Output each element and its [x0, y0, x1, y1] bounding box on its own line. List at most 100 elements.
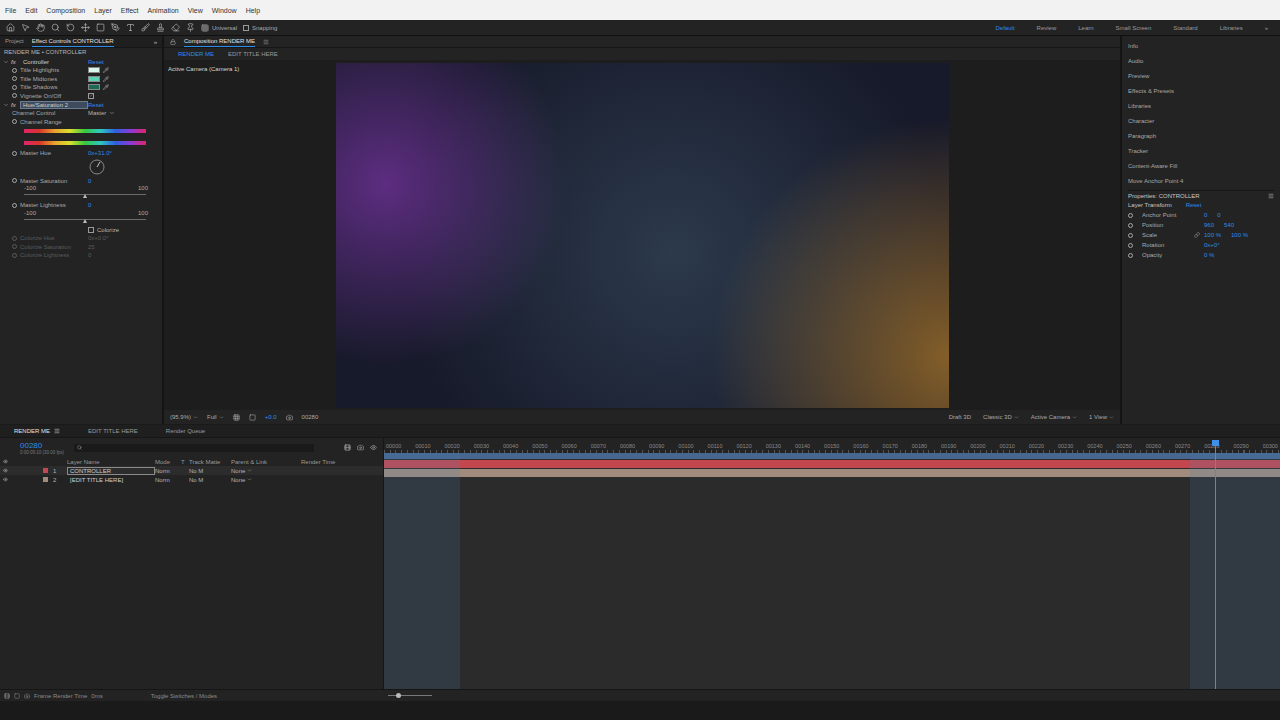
layer-search[interactable] [74, 444, 314, 452]
menu-item[interactable]: Window [212, 7, 237, 14]
stopwatch-icon[interactable] [12, 151, 17, 156]
parent-dropdown[interactable]: None [231, 468, 301, 474]
eraser-icon[interactable] [171, 23, 180, 32]
zoom-slider[interactable] [388, 695, 432, 696]
snapping-toggle[interactable]: Snapping [243, 25, 277, 31]
shy-icon[interactable] [370, 444, 377, 451]
track-matte-dropdown[interactable]: No M [189, 468, 231, 474]
current-time[interactable]: 00280 [20, 441, 64, 450]
mode-dropdown[interactable]: Norm [155, 468, 181, 474]
workspace-tab[interactable]: Review [1037, 25, 1057, 31]
timeline-tab[interactable]: Render Queue [166, 428, 205, 434]
menu-icon[interactable] [1268, 193, 1274, 199]
range-bar[interactable] [24, 129, 146, 133]
workspace-tab[interactable]: Small Screen [1116, 25, 1152, 31]
slider-value[interactable]: 0 [88, 201, 162, 209]
twisty-icon[interactable] [3, 102, 9, 108]
panel-tab[interactable]: Project [5, 36, 24, 47]
track-matte-dropdown[interactable]: No M [189, 477, 231, 483]
timeline-graph[interactable]: 0000000010000200003000040000500006000070… [384, 438, 1280, 689]
more-button[interactable]: » [1265, 25, 1268, 31]
clone-stamp-icon[interactable] [156, 23, 165, 32]
menu-item[interactable]: Effect [121, 7, 139, 14]
menu-item[interactable]: Help [246, 7, 260, 14]
draft-icon[interactable] [357, 444, 364, 451]
view-dropdown[interactable]: Active Camera [1031, 414, 1077, 420]
property-values[interactable]: 960540 [1204, 222, 1274, 228]
property-values[interactable]: 0x+0° [1204, 242, 1274, 248]
eye-icon[interactable] [3, 468, 8, 473]
stopwatch-icon[interactable] [12, 203, 17, 208]
rotate-tool-icon[interactable] [66, 23, 75, 32]
property-values[interactable]: 00 [1204, 212, 1274, 218]
lock-icon[interactable] [170, 39, 176, 45]
layer-bar[interactable] [384, 469, 1280, 477]
panel-item[interactable]: Tracker [1128, 143, 1274, 158]
exposure-value[interactable]: +0.0 [265, 414, 277, 420]
panel-item[interactable]: Effects & Presets [1128, 83, 1274, 98]
workspace-tab[interactable]: Libraries [1220, 25, 1243, 31]
slider-value[interactable]: 0 [88, 177, 162, 185]
zoom-tool-icon[interactable] [51, 23, 60, 32]
stopwatch-icon[interactable] [12, 68, 17, 73]
slider-handle[interactable] [83, 194, 87, 198]
panel-item[interactable]: Info [1128, 38, 1274, 53]
more-button[interactable]: » [154, 39, 157, 45]
eyedropper-icon[interactable] [103, 76, 109, 82]
playhead[interactable] [1215, 442, 1216, 689]
composition-frame[interactable] [336, 63, 949, 408]
panel-item[interactable]: Audio [1128, 53, 1274, 68]
puppet-pin-icon[interactable] [186, 23, 195, 32]
effect-header[interactable]: fxControllerReset [0, 57, 162, 66]
layer-row[interactable]: 2[EDIT TITLE HERE]NormNo MNone [0, 475, 383, 484]
property-values[interactable]: 0 % [1204, 252, 1274, 258]
slider-handle[interactable] [83, 219, 87, 223]
menu-icon[interactable] [54, 428, 60, 434]
renderer-dropdown[interactable]: Classic 3D [983, 414, 1019, 420]
stopwatch-icon[interactable] [1128, 253, 1133, 258]
reset-link[interactable]: Reset [1186, 202, 1202, 208]
layer-name[interactable]: CONTROLLER [67, 467, 155, 475]
stopwatch-icon[interactable] [1128, 233, 1133, 238]
comp-flowchart-icon[interactable] [344, 444, 351, 451]
time-ruler[interactable]: 0000000010000200003000040000500006000070… [384, 438, 1280, 453]
eyedropper-icon[interactable] [103, 84, 109, 90]
property-values[interactable]: 100 %100 % [1204, 232, 1274, 238]
resolution-dropdown[interactable]: Full [207, 414, 224, 420]
menu-icon[interactable] [263, 39, 269, 45]
type-tool-icon[interactable] [126, 23, 135, 32]
draft-3d-toggle[interactable]: Draft 3D [949, 414, 971, 420]
effect-name[interactable]: Controller [20, 58, 88, 66]
parent-dropdown[interactable]: None [231, 477, 301, 483]
panel-item[interactable]: Move Anchor Point 4 [1128, 173, 1274, 188]
pen-tool-icon[interactable] [111, 23, 120, 32]
stopwatch-icon[interactable] [1128, 223, 1133, 228]
render-icon[interactable] [4, 693, 10, 699]
selection-tool-icon[interactable] [21, 23, 30, 32]
work-area-bar[interactable] [384, 453, 1280, 459]
mask-icon[interactable] [249, 414, 256, 421]
menu-item[interactable]: Edit [25, 7, 37, 14]
range-bar[interactable] [24, 141, 146, 145]
dial-value[interactable]: 0x+31.0° [88, 149, 162, 157]
workspace-tab[interactable]: Default [996, 25, 1015, 31]
move-tool-icon[interactable] [81, 23, 90, 32]
layer-row[interactable]: 1CONTROLLERNormNo MNone [0, 466, 383, 475]
layer-name[interactable]: [EDIT TITLE HERE] [67, 476, 155, 484]
hand-tool-icon[interactable] [36, 23, 45, 32]
menu-item[interactable]: File [5, 7, 16, 14]
menu-item[interactable]: Animation [148, 7, 179, 14]
composition-tab[interactable]: Composition RENDER ME [184, 36, 255, 47]
checkbox[interactable] [243, 25, 249, 31]
slider-track[interactable] [24, 193, 146, 199]
grid-icon[interactable] [233, 414, 240, 421]
timeline-tab[interactable]: EDIT TITLE HERE [88, 428, 138, 434]
layer-bar[interactable] [384, 460, 1280, 468]
label-color[interactable] [43, 468, 48, 473]
reset-link[interactable]: Reset [88, 59, 162, 65]
panel-item[interactable]: Content-Aware Fill [1128, 158, 1274, 173]
stopwatch-icon[interactable] [1128, 213, 1133, 218]
reset-link[interactable]: Reset [88, 102, 162, 108]
effect-name[interactable]: Hue/Saturation 2 [20, 101, 88, 109]
checkbox[interactable] [88, 93, 94, 99]
